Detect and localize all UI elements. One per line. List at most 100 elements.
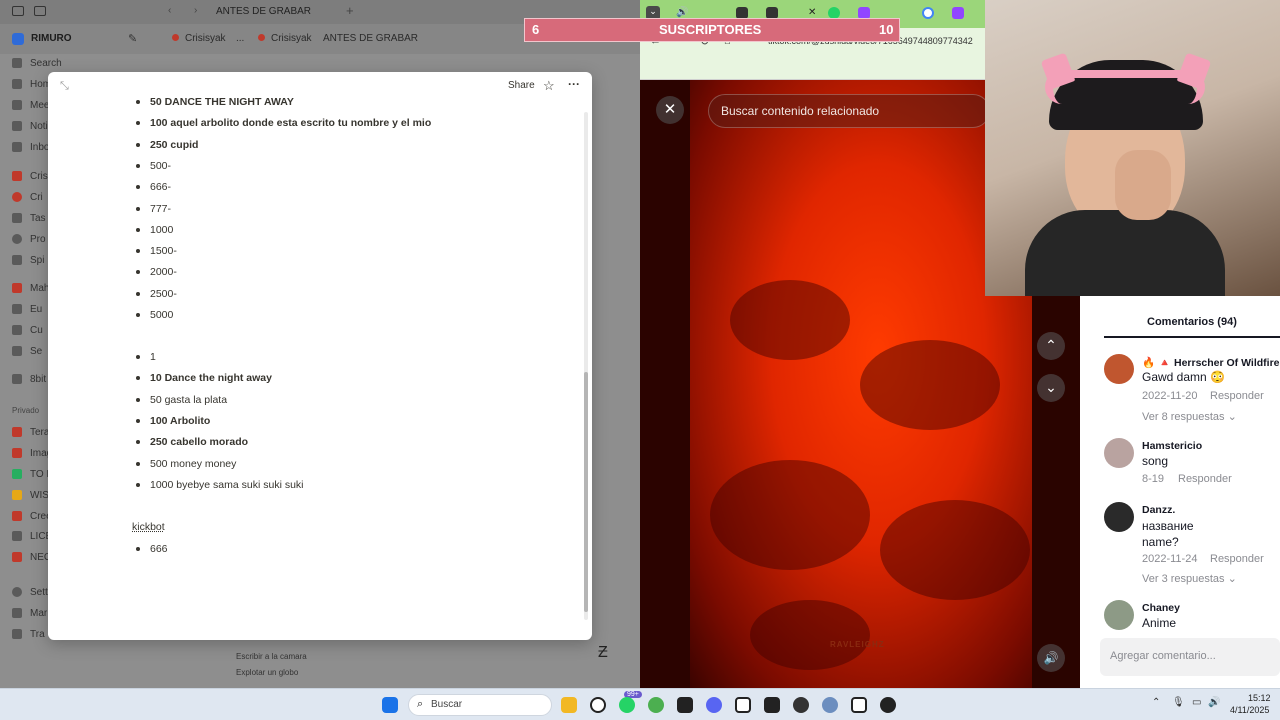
sidebar-item[interactable]: WIS (12, 490, 49, 501)
new-page-icon[interactable]: ✎ (128, 32, 137, 45)
obs-icon[interactable] (793, 697, 809, 713)
breadcrumb-item[interactable]: Crisisyak (172, 33, 226, 44)
capcut-icon[interactable] (677, 697, 693, 713)
comment-username[interactable]: 🔥 🔺 Herrscher Of Wildfire (1142, 356, 1280, 369)
microphone-icon[interactable]: 🎙 (1172, 697, 1185, 708)
notion-icon[interactable] (735, 697, 751, 713)
sidebar-item-home[interactable]: Hom (12, 79, 51, 90)
clock-date[interactable]: 4/11/2025 (1230, 705, 1269, 715)
whatsapp-icon[interactable] (619, 697, 635, 713)
avatar[interactable] (1104, 354, 1134, 384)
sidebar-item[interactable]: Spi (12, 255, 44, 266)
more-options-icon[interactable]: ··· (568, 77, 580, 91)
view-replies-button[interactable]: Ver 3 respuestas ⌄ (1142, 572, 1237, 585)
view-replies-button[interactable]: Ver 8 respuestas ⌄ (1142, 410, 1237, 423)
file-explorer-icon[interactable] (561, 697, 577, 713)
twitch-icon[interactable] (952, 7, 964, 19)
sidebar-item[interactable]: LICE (12, 531, 52, 542)
google-icon[interactable] (922, 7, 934, 19)
chevron-down-icon: ⌄ (1227, 411, 1237, 423)
comment-username[interactable]: Danzz. (1142, 504, 1175, 516)
comments-tab-underline (1104, 336, 1280, 338)
media-player-icon[interactable] (880, 697, 896, 713)
avatar[interactable] (1104, 502, 1134, 532)
sidebar-item[interactable]: Cu (12, 325, 43, 336)
shadow-shape (880, 500, 1030, 600)
scrollbar-thumb[interactable] (584, 372, 588, 612)
next-video-button[interactable]: ⌄ (1037, 374, 1065, 402)
gear-icon (12, 587, 22, 598)
tiktok-video[interactable]: RAVLEIGHZ (690, 80, 1032, 688)
sidebar-item-meetings[interactable]: Mee (12, 100, 49, 111)
sidebar-item[interactable]: Imag (12, 448, 52, 459)
expand-icon[interactable]: ⤡ (60, 80, 69, 93)
sidebar-item[interactable]: Tas (12, 213, 46, 224)
breadcrumb-item[interactable]: ANTES DE GRABAR (323, 33, 418, 44)
related-search-input[interactable]: Buscar contenido relacionado (708, 94, 990, 128)
capcut-icon[interactable] (764, 697, 780, 713)
back-arrow-icon[interactable]: ‹ (168, 5, 171, 16)
webcam-feed (985, 0, 1280, 296)
reply-button[interactable]: Responder (1210, 553, 1264, 565)
share-button[interactable]: Share (508, 80, 535, 91)
volume-button[interactable]: 🔊 (1037, 644, 1065, 672)
new-tab-icon[interactable]: + (346, 3, 354, 18)
chrome-icon[interactable] (648, 697, 664, 713)
sidebar-item-inbox[interactable]: Inbo (12, 142, 49, 153)
forward-arrow-icon[interactable]: › (194, 5, 197, 16)
marketplace-icon (12, 608, 22, 619)
discord-icon[interactable] (706, 697, 722, 713)
sidebar-toggle-icon[interactable] (12, 6, 24, 16)
settings-icon[interactable] (822, 697, 838, 713)
sidebar-item[interactable]: Pro (12, 234, 46, 245)
add-comment-placeholder: Agregar comentario... (1110, 650, 1216, 662)
volume-icon[interactable]: 🔊 (1208, 697, 1220, 708)
comment-username[interactable]: Hamstericio (1142, 440, 1202, 452)
bell-icon (12, 121, 22, 132)
page-tab-title[interactable]: ANTES DE GRABAR (216, 6, 311, 17)
previous-video-button[interactable]: ⌃ (1037, 332, 1065, 360)
close-video-button[interactable]: ✕ (656, 96, 684, 124)
taskbar-search[interactable]: ⌕ Buscar (408, 694, 552, 716)
sidebar-item[interactable]: Se (12, 346, 42, 357)
clock-time[interactable]: 15:12 (1248, 693, 1271, 703)
reply-button[interactable]: Responder (1210, 390, 1264, 402)
shadow-shape (710, 460, 870, 570)
chatgpt-icon[interactable] (590, 697, 606, 713)
panel-icon[interactable] (34, 6, 46, 16)
shadow-shape (750, 600, 870, 670)
sidebar-item-marketplace[interactable]: Mar (12, 608, 47, 619)
page-icon (12, 325, 22, 336)
sidebar-item-settings[interactable]: Sett (12, 587, 48, 598)
workspace-icon[interactable] (12, 33, 24, 45)
sidebar-item[interactable]: 8bit (12, 374, 46, 385)
page-icon (258, 34, 265, 41)
notion-icon[interactable] (851, 697, 867, 713)
sidebar-item[interactable]: Cree (12, 511, 52, 522)
breadcrumb-item[interactable]: Crisisyak (258, 33, 312, 44)
avatar[interactable] (1104, 600, 1134, 630)
sidebar-item[interactable]: Tera (12, 427, 49, 438)
list-item: 2000- (136, 266, 177, 279)
reply-button[interactable]: Responder (1178, 473, 1232, 485)
sidebar-item-trash[interactable]: Tra (12, 629, 45, 640)
comments-header: Comentarios (94) (1147, 316, 1237, 328)
network-icon[interactable]: ▭ (1192, 697, 1201, 708)
workspace-dot-icon (12, 171, 22, 182)
breadcrumb-item[interactable]: ... (236, 33, 244, 44)
sidebar-item[interactable]: NEG (12, 552, 52, 563)
sidebar-item[interactable]: Cri (12, 192, 43, 203)
workspace-name[interactable]: RIMURO (31, 33, 72, 44)
sidebar-item-workspace[interactable]: Cris (12, 171, 48, 182)
windows-start-icon[interactable] (382, 697, 398, 713)
avatar[interactable] (1104, 438, 1134, 468)
sidebar-item[interactable]: Eu (12, 304, 42, 315)
add-comment-input[interactable]: Agregar comentario... (1100, 638, 1280, 676)
star-icon[interactable]: ☆ (543, 78, 555, 94)
sidebar-item-notifications[interactable]: Noti (12, 121, 48, 132)
comment-username[interactable]: Chaney (1142, 602, 1180, 614)
tray-chevron-icon[interactable]: ⌃ (1152, 697, 1160, 708)
sidebar-item-search[interactable]: Search (12, 58, 62, 69)
sidebar-item[interactable]: Mah (12, 283, 49, 294)
help-icon[interactable]: Ƶ (598, 644, 608, 662)
